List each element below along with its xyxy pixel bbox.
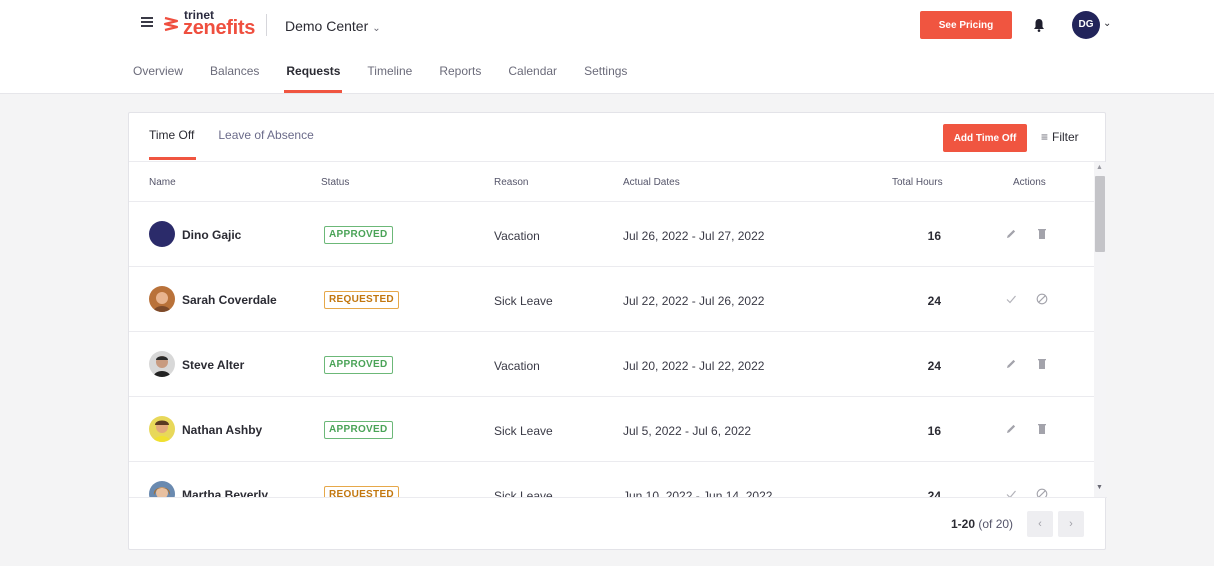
filter-button[interactable]: ≡ Filter [1041,130,1079,144]
employee-name[interactable]: Nathan Ashby [182,423,262,437]
edit-pencil-icon[interactable] [1004,357,1018,371]
reason-cell: Sick Leave [494,294,553,308]
avatar [149,286,175,312]
tab-reports[interactable]: Reports [439,64,481,94]
table-scrollbar[interactable]: ▲ ▼ [1094,162,1106,497]
prev-page-button[interactable]: ‹ [1027,511,1053,537]
column-header-status[interactable]: Status [321,177,349,188]
filter-icon: ≡ [1041,130,1049,144]
logo-mark-icon [163,16,179,32]
edit-pencil-icon[interactable] [1004,227,1018,241]
reason-cell: Sick Leave [494,424,553,438]
requests-table-body: Dino Gajic APPROVED Vacation Jul 26, 202… [129,203,1094,497]
request-type-tabs: Time Off Leave of Absence [149,128,338,160]
dates-cell: Jul 22, 2022 - Jul 26, 2022 [623,294,765,308]
tab-leave-of-absence[interactable]: Leave of Absence [218,128,313,160]
table-header: Name Status Reason Actual Dates Total Ho… [129,162,1094,202]
page-range: 1-20 (of 20) [951,517,1013,531]
trinet-zenefits-logo[interactable]: trinet zenefits [163,8,256,39]
add-time-off-button[interactable]: Add Time Off [943,124,1027,152]
column-header-hours[interactable]: Total Hours [892,177,943,188]
logo-divider [266,14,267,36]
tab-overview[interactable]: Overview [133,64,183,94]
edit-pencil-icon[interactable] [1004,422,1018,436]
reason-cell: Vacation [494,359,540,373]
hours-cell: 24 [927,359,941,373]
reason-cell: Sick Leave [494,489,553,497]
reason-cell: Vacation [494,229,540,243]
hours-cell: 24 [927,294,941,308]
hours-cell: 16 [927,229,941,243]
see-pricing-button[interactable]: See Pricing [920,11,1012,39]
table-row[interactable]: Martha Beverly REQUESTED Sick Leave Jun … [129,463,1094,497]
column-header-name[interactable]: Name [149,177,176,188]
dates-cell: Jul 20, 2022 - Jul 22, 2022 [623,359,765,373]
dates-cell: Jul 5, 2022 - Jul 6, 2022 [623,424,752,438]
employee-name[interactable]: Dino Gajic [182,228,241,242]
table-row[interactable]: Dino Gajic APPROVED Vacation Jul 26, 202… [129,203,1094,267]
tab-calendar[interactable]: Calendar [508,64,557,94]
page-total: (of 20) [978,517,1014,531]
hours-cell: 24 [927,489,941,497]
delete-trash-icon[interactable] [1035,227,1049,241]
deny-block-icon[interactable] [1035,292,1049,306]
column-header-actions: Actions [1013,177,1046,188]
employee-name[interactable]: Sarah Coverdale [182,293,277,307]
employee-name[interactable]: Martha Beverly [182,488,268,497]
next-page-button[interactable]: › [1058,511,1084,537]
scrollbar-thumb[interactable] [1095,176,1105,252]
dates-cell: Jul 26, 2022 - Jul 27, 2022 [623,229,765,243]
menu-icon[interactable] [141,17,153,27]
avatar [149,351,175,377]
tab-requests[interactable]: Requests [284,64,343,94]
status-badge: REQUESTED [324,291,399,309]
top-header: trinet zenefits Demo Center ⌄ See Pricing… [0,0,1214,94]
status-badge: APPROVED [324,421,393,439]
avatar [149,481,175,497]
employee-name[interactable]: Steve Alter [182,358,244,372]
table-row[interactable]: Nathan Ashby APPROVED Sick Leave Jul 5, … [129,398,1094,462]
table-row[interactable]: Steve Alter APPROVED Vacation Jul 20, 20… [129,333,1094,397]
requests-card: Time Off Leave of Absence Add Time Off ≡… [128,112,1107,551]
hours-cell: 16 [927,424,941,438]
status-badge: APPROVED [324,226,393,244]
chevron-down-icon: ⌄ [372,23,381,34]
company-selector[interactable]: Demo Center ⌄ [285,18,381,34]
user-avatar[interactable]: DG [1072,11,1100,39]
company-name: Demo Center [285,18,369,34]
table-row[interactable]: Sarah Coverdale REQUESTED Sick Leave Jul… [129,268,1094,332]
bell-icon[interactable] [1033,18,1045,32]
main-nav: Overview Balances Requests Timeline Repo… [133,64,654,94]
tab-time-off[interactable]: Time Off [149,128,197,160]
delete-trash-icon[interactable] [1035,422,1049,436]
tab-timeline[interactable]: Timeline [367,64,412,94]
approve-check-icon[interactable] [1004,292,1018,306]
page-range-value: 1-20 [951,517,976,531]
delete-trash-icon[interactable] [1035,357,1049,371]
status-badge: APPROVED [324,356,393,374]
approve-check-icon[interactable] [1004,487,1018,497]
column-header-reason[interactable]: Reason [494,177,528,188]
filter-label: Filter [1052,130,1079,144]
dates-cell: Jun 10, 2022 - Jun 14, 2022 [623,489,773,497]
tab-settings[interactable]: Settings [584,64,627,94]
scroll-up-icon[interactable]: ▲ [1096,164,1103,171]
logo-zenefits-text: zenefits [183,17,256,39]
user-menu-chevron-icon[interactable]: ⌄ [1103,18,1111,29]
pagination-footer: 1-20 (of 20) ‹ › [129,497,1107,551]
deny-block-icon[interactable] [1035,487,1049,497]
tab-balances[interactable]: Balances [210,64,259,94]
avatar [149,416,175,442]
column-header-dates[interactable]: Actual Dates [623,177,680,188]
scroll-down-icon[interactable]: ▼ [1096,484,1103,491]
avatar [149,221,175,247]
status-badge: REQUESTED [324,486,399,497]
